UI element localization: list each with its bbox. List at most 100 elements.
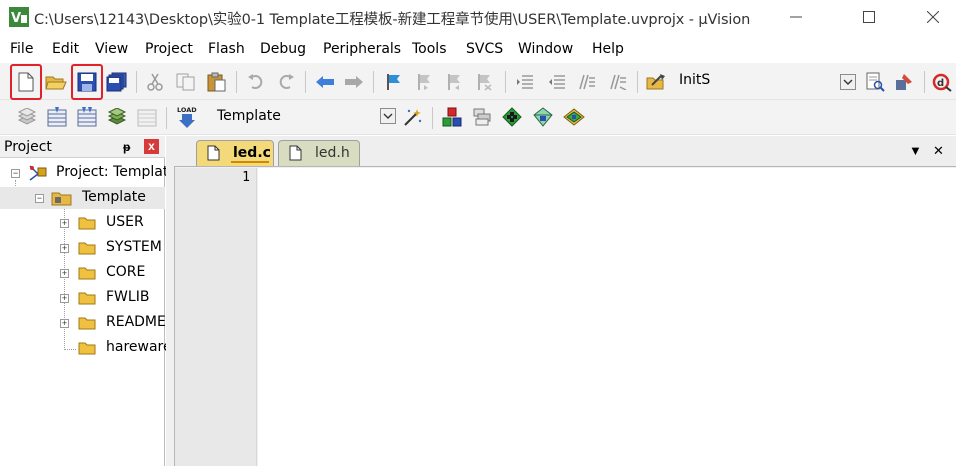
- tab-led-c[interactable]: led.c: [196, 140, 274, 166]
- manage-project-items-button[interactable]: [441, 106, 463, 128]
- paste-button[interactable]: [205, 71, 227, 93]
- configure-wrench-icon: d: [932, 73, 952, 92]
- menu-flash[interactable]: Flash: [208, 41, 245, 57]
- build-button[interactable]: [46, 106, 68, 128]
- clear-bookmarks-icon: [478, 74, 492, 91]
- find-in-files-icon: [646, 74, 665, 90]
- uncomment-icon: [610, 74, 627, 90]
- menu-view[interactable]: View: [95, 41, 128, 57]
- debug-session-button[interactable]: [893, 71, 915, 93]
- menu-tools[interactable]: Tools: [412, 41, 447, 57]
- menu-help[interactable]: Help: [592, 41, 624, 57]
- tree-root-project[interactable]: − Project: Template: [0, 162, 177, 184]
- navigate-forward-button[interactable]: [343, 71, 365, 93]
- uncomment-button[interactable]: [607, 71, 629, 93]
- indent-button[interactable]: [514, 71, 536, 93]
- redo-button[interactable]: [275, 71, 297, 93]
- prev-bookmark-icon: [418, 74, 430, 90]
- copy-button[interactable]: [175, 71, 197, 93]
- incremental-find-button[interactable]: [864, 71, 886, 93]
- unindent-button[interactable]: [546, 71, 568, 93]
- find-combo[interactable]: [837, 71, 859, 93]
- expand-toggle[interactable]: +: [60, 269, 69, 278]
- save-all-button[interactable]: [106, 71, 128, 93]
- open-file-button[interactable]: [45, 71, 67, 93]
- configure-button[interactable]: d: [931, 71, 953, 93]
- rte-diamond-icon: [533, 107, 553, 127]
- translate-button[interactable]: [16, 106, 38, 128]
- tab-led-h[interactable]: led.h: [278, 140, 360, 166]
- save-button[interactable]: [76, 71, 98, 93]
- menu-edit[interactable]: Edit: [52, 41, 79, 57]
- target-options-button[interactable]: [402, 106, 424, 128]
- uvision-app-icon: V: [9, 7, 29, 27]
- menu-file[interactable]: File: [10, 41, 33, 57]
- maximize-button[interactable]: [846, 0, 892, 34]
- tree-group[interactable]: + USER: [0, 212, 165, 234]
- collapse-toggle[interactable]: −: [11, 169, 20, 178]
- rebuild-button[interactable]: [76, 106, 98, 128]
- tree-target[interactable]: − Template: [0, 187, 165, 209]
- stop-build-button[interactable]: [136, 106, 158, 128]
- toolbar-separator: [373, 71, 374, 93]
- select-packs-button[interactable]: [471, 106, 493, 128]
- scissors-icon: [147, 73, 163, 91]
- editor-tab-strip: led.c led.h ▼ ✕: [166, 136, 956, 166]
- expand-toggle[interactable]: +: [60, 319, 69, 328]
- close-tab-icon[interactable]: ✕: [933, 143, 944, 159]
- panel-close-icon[interactable]: x: [144, 139, 159, 154]
- expand-toggle[interactable]: +: [60, 294, 69, 303]
- navigate-back-button[interactable]: [314, 71, 336, 93]
- menu-window[interactable]: Window: [518, 41, 573, 57]
- run-time-environment-button[interactable]: [532, 106, 554, 128]
- minimize-icon: [790, 16, 802, 18]
- target-label: Template: [82, 189, 146, 205]
- tree-group[interactable]: + SYSTEM: [0, 237, 165, 259]
- minimize-button[interactable]: [773, 0, 819, 34]
- download-button[interactable]: LOAD: [175, 105, 199, 129]
- svg-text:d: d: [937, 78, 944, 89]
- group-label: CORE: [106, 264, 146, 280]
- close-window-button[interactable]: [910, 0, 956, 34]
- save-all-icon: [106, 72, 127, 92]
- title-bar: V C:\Users\12143\Desktop\实验0-1 Template工…: [0, 0, 956, 36]
- toolbar-separator: [505, 71, 506, 93]
- find-text-value[interactable]: InitS: [679, 72, 710, 88]
- collapse-toggle[interactable]: −: [35, 194, 44, 203]
- pack-installer-button[interactable]: [501, 106, 523, 128]
- pin-icon[interactable]: ᵽ: [123, 140, 137, 154]
- menu-peripherals[interactable]: Peripherals: [323, 41, 401, 57]
- chevron-down-icon: [843, 79, 853, 85]
- project-panel-title: Project: [4, 139, 52, 155]
- tree-group[interactable]: + FWLIB: [0, 287, 165, 309]
- tab-label: led.c: [233, 145, 271, 161]
- folder-icon: [78, 242, 96, 255]
- batch-build-button[interactable]: [106, 106, 128, 128]
- software-packs-button[interactable]: [563, 106, 585, 128]
- new-file-button[interactable]: [15, 71, 37, 93]
- bookmark-button[interactable]: [383, 71, 405, 93]
- find-in-files-button[interactable]: [645, 71, 667, 93]
- expand-toggle[interactable]: +: [60, 219, 69, 228]
- target-select-dropdown[interactable]: [380, 108, 396, 124]
- undo-button[interactable]: [245, 71, 267, 93]
- project-root-icon: [29, 165, 47, 181]
- comment-button[interactable]: [576, 71, 598, 93]
- menu-svcs[interactable]: SVCS: [466, 41, 503, 57]
- undo-icon: [248, 74, 263, 89]
- tree-group[interactable]: + README: [0, 312, 166, 334]
- expand-toggle[interactable]: +: [60, 244, 69, 253]
- tab-list-dropdown-icon[interactable]: ▼: [909, 143, 922, 158]
- find-combo-dropdown[interactable]: [840, 74, 856, 90]
- menu-project[interactable]: Project: [145, 41, 193, 57]
- load-download-icon: LOAD: [177, 106, 197, 128]
- prev-bookmark-button[interactable]: [414, 71, 436, 93]
- code-editor[interactable]: [258, 168, 956, 466]
- tree-group[interactable]: + CORE: [0, 262, 165, 284]
- menu-debug[interactable]: Debug: [260, 41, 306, 57]
- cut-button[interactable]: [144, 71, 166, 93]
- clear-bookmarks-button[interactable]: [474, 71, 496, 93]
- next-bookmark-button[interactable]: [444, 71, 466, 93]
- target-select[interactable]: Template: [207, 105, 397, 129]
- tree-group[interactable]: hareware: [0, 337, 172, 359]
